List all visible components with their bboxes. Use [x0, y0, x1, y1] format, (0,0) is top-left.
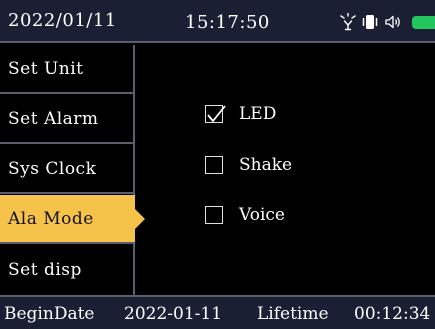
- menu-item-set-disp[interactable]: Set disp: [0, 245, 133, 294]
- begin-date-label: BeginDate: [4, 304, 95, 324]
- speaker-icon: [384, 13, 402, 31]
- menu-item-set-alarm[interactable]: Set Alarm: [0, 95, 133, 144]
- light-bulb-icon: [340, 13, 356, 31]
- option-led[interactable]: LED: [205, 103, 276, 125]
- menu-item-label: Set Unit: [8, 58, 84, 79]
- option-label: Voice: [239, 205, 285, 225]
- shake-checkbox[interactable]: [205, 156, 223, 174]
- menu-item-label: Set disp: [8, 259, 82, 280]
- status-date: 2022/01/11: [8, 10, 117, 31]
- menu-item-label: Ala Mode: [8, 208, 94, 229]
- menu-item-label: Sys Clock: [8, 158, 97, 179]
- status-bar: 2022/01/11 15:17:50: [0, 0, 435, 43]
- menu-item-ala-mode[interactable]: Ala Mode: [0, 195, 145, 244]
- option-label: Shake: [239, 155, 293, 175]
- voice-checkbox[interactable]: [205, 206, 223, 224]
- footer-bar: BeginDate 2022-01-11 Lifetime 00:12:34: [0, 295, 435, 329]
- lifetime-label: Lifetime: [257, 304, 329, 324]
- begin-date-value: 2022-01-11: [124, 304, 223, 324]
- status-time: 15:17:50: [185, 12, 270, 33]
- menu-item-label: Set Alarm: [8, 108, 99, 129]
- checkmark-icon: [207, 105, 226, 122]
- status-icons: [340, 12, 435, 32]
- menu-item-sys-clock[interactable]: Sys Clock: [0, 145, 133, 194]
- option-shake[interactable]: Shake: [205, 154, 292, 176]
- menu-item-set-unit[interactable]: Set Unit: [0, 45, 133, 94]
- alarm-mode-options: LED Shake Voice: [137, 45, 435, 295]
- battery-icon: [412, 15, 435, 29]
- sidebar-menu: Set Unit Set Alarm Sys Clock Ala Mode Se…: [0, 45, 145, 295]
- option-label: LED: [239, 104, 277, 124]
- vibrate-icon: [362, 13, 378, 31]
- lifetime-value: 00:12:34: [354, 304, 431, 324]
- option-voice[interactable]: Voice: [205, 204, 285, 226]
- led-checkbox[interactable]: [205, 105, 226, 123]
